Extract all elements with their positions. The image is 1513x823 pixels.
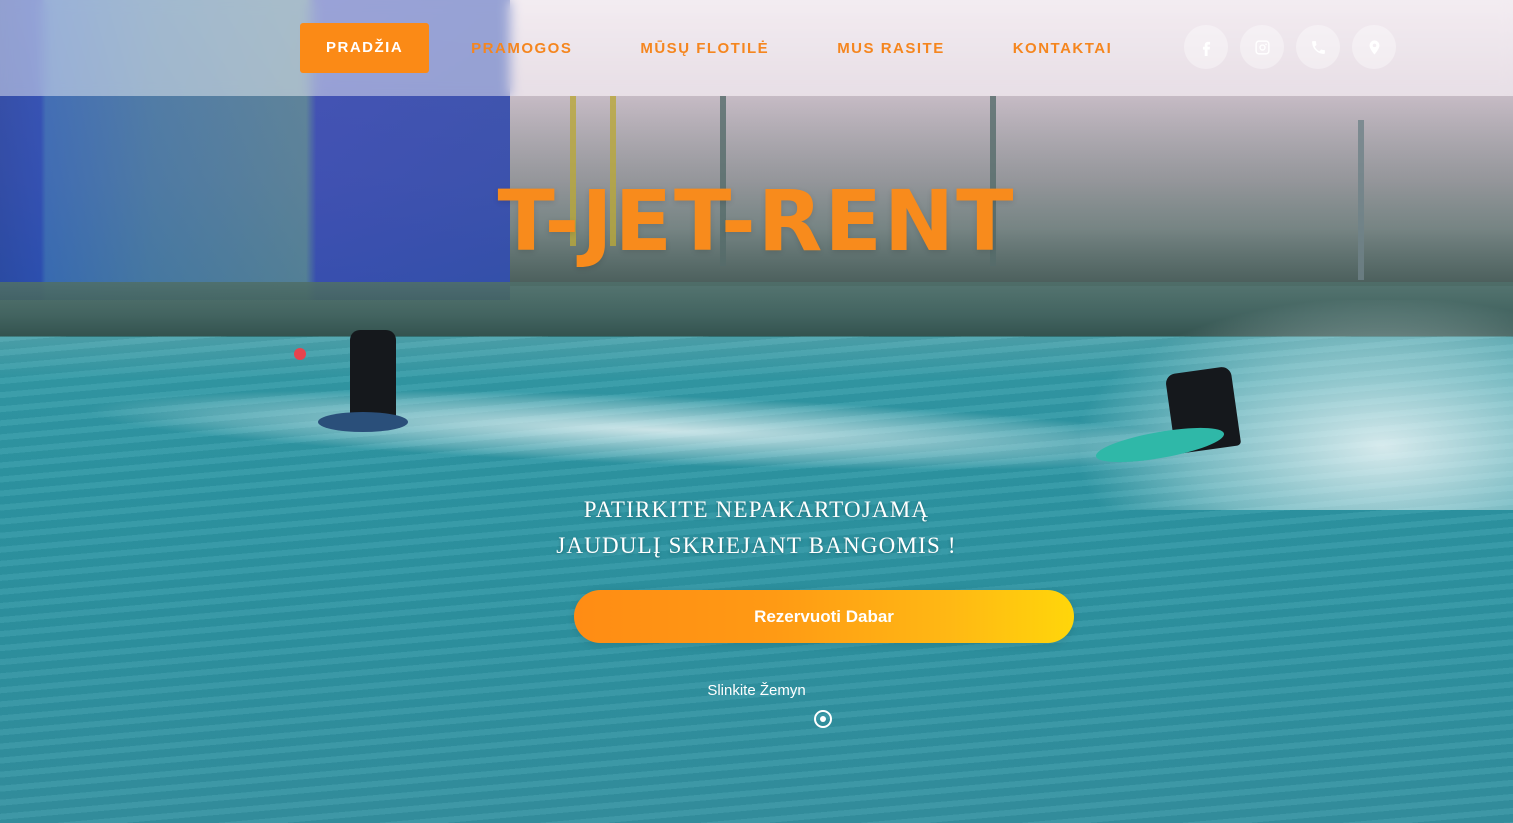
facebook-icon [1202, 41, 1210, 56]
phone-button[interactable] [1296, 25, 1340, 69]
nav-item-musu-flotile[interactable]: MŪSŲ FLOTILĖ [640, 40, 769, 57]
brand-title: T-JET-RENT [497, 172, 1016, 270]
phone-icon [1311, 40, 1325, 54]
nav-item-pradzia[interactable]: PRADŽIA [300, 23, 430, 73]
background-rider-left [350, 330, 396, 420]
scroll-down-icon[interactable] [814, 710, 832, 728]
scroll-down-label[interactable]: Slinkite Žemyn [0, 682, 1513, 699]
nav-item-mus-rasite[interactable]: MUS RASITE [837, 40, 945, 57]
location-button[interactable] [1352, 25, 1396, 69]
background-buoy [294, 348, 306, 360]
social-links [1184, 25, 1396, 69]
top-navbar: PRADŽIA PRAMOGOS MŪSŲ FLOTILĖ MUS RASITE… [0, 0, 1513, 96]
background-jetski-left [318, 412, 408, 432]
instagram-button[interactable] [1240, 25, 1284, 69]
nav-item-kontaktai[interactable]: KONTAKTAI [1013, 40, 1113, 57]
main-menu: PRADŽIA PRAMOGOS MŪSŲ FLOTILĖ MUS RASITE… [300, 23, 1112, 73]
nav-item-pramogos[interactable]: PRAMOGOS [471, 40, 572, 57]
tagline-line-1: PATIRKITE NEPAKARTOJAMĄ [583, 497, 930, 522]
hero-tagline: PATIRKITE NEPAKARTOJAMĄ JAUDULĮ SKRIEJAN… [0, 492, 1513, 564]
tagline-line-2: JAUDULĮ SKRIEJANT BANGOMIS ! [556, 533, 957, 558]
instagram-icon [1254, 39, 1270, 55]
reserve-now-button[interactable]: Rezervuoti Dabar [574, 590, 1074, 643]
facebook-button[interactable] [1184, 25, 1228, 69]
hero-section: PRADŽIA PRAMOGOS MŪSŲ FLOTILĖ MUS RASITE… [0, 0, 1513, 823]
location-pin-icon [1369, 39, 1379, 55]
background-spray [1080, 300, 1513, 510]
